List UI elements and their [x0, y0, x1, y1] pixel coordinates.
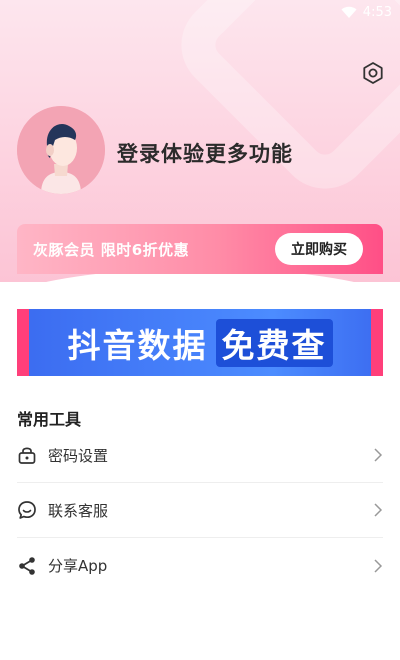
chat-icon: [17, 500, 37, 520]
chevron-right-icon: [374, 448, 383, 462]
tools-list: 密码设置 联系客服 分享App: [17, 428, 383, 593]
promo-banner[interactable]: 抖音数据 免费查: [17, 309, 383, 376]
vip-promo-text: 灰豚会员 限时6折优惠: [33, 240, 190, 259]
chevron-right-icon: [374, 503, 383, 517]
tool-item-customer-service[interactable]: 联系客服: [17, 483, 383, 538]
status-bar: 4:53: [0, 0, 400, 24]
tool-item-label: 分享App: [48, 557, 108, 575]
tool-item-share-app[interactable]: 分享App: [17, 538, 383, 593]
profile-screen: 4:53 登录体验更多功能 灰豚会员 限时6折优惠 立即购买 抖音数据 免费查 …: [0, 0, 400, 660]
login-prompt[interactable]: 登录体验更多功能: [117, 138, 293, 168]
banner-main-text: 抖音数据: [67, 325, 208, 365]
tools-section-title: 常用工具: [17, 410, 82, 429]
tool-item-label: 密码设置: [48, 446, 109, 465]
share-icon: [17, 556, 37, 576]
banner-highlight-text: 免费查: [215, 318, 333, 367]
default-avatar-icon: [17, 106, 105, 194]
lock-icon: [17, 445, 37, 465]
banner-edge-left: [17, 309, 29, 376]
chevron-right-icon: [374, 558, 383, 573]
banner-edge-right: [371, 309, 383, 376]
status-time: 4:53: [362, 4, 392, 20]
settings-button[interactable]: [360, 60, 386, 86]
gear-icon: [363, 62, 383, 84]
header-decoration: [162, 0, 400, 208]
vip-promo-card[interactable]: 灰豚会员 限时6折优惠 立即购买: [17, 224, 383, 274]
avatar[interactable]: [17, 106, 105, 194]
tool-item-password[interactable]: 密码设置: [17, 428, 383, 483]
tool-item-label: 联系客服: [48, 501, 109, 520]
buy-now-button[interactable]: 立即购买: [275, 233, 363, 265]
wifi-icon: [341, 6, 357, 18]
